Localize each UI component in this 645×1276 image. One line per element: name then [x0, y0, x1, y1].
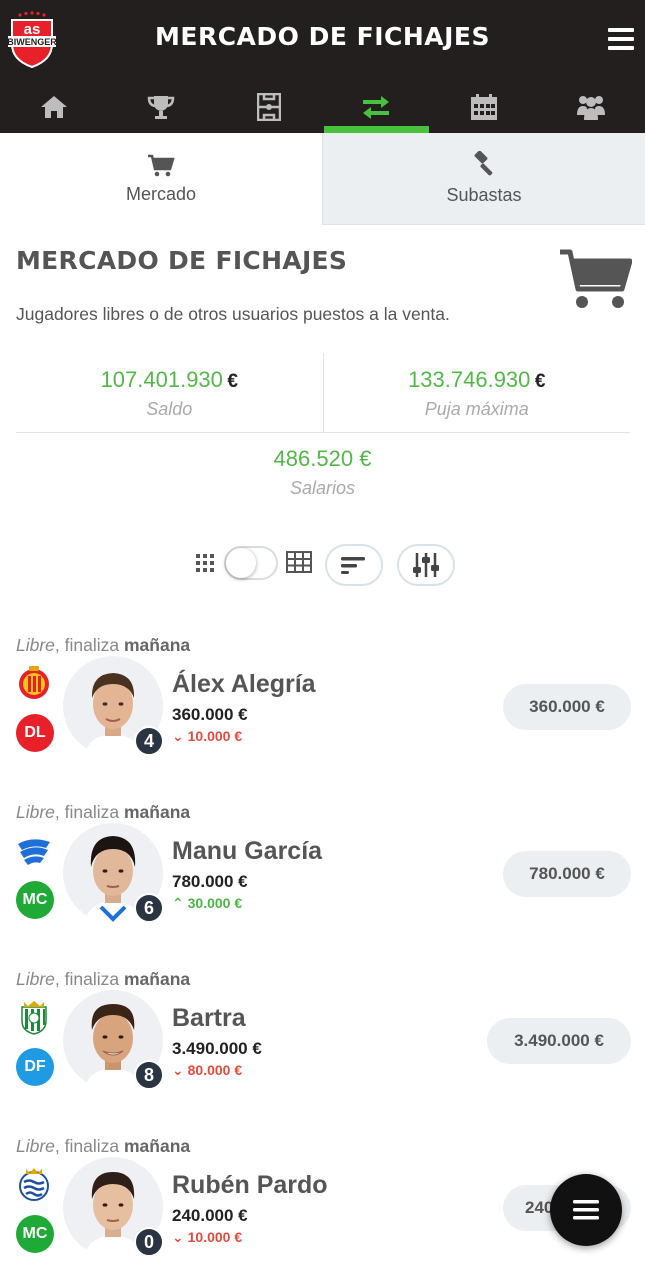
player-value: 240.000 € — [172, 1206, 248, 1225]
gavel-icon — [474, 151, 493, 176]
player-value: 780.000 € — [172, 872, 248, 891]
cart-icon — [148, 154, 175, 176]
real-sociedad-crest-icon — [19, 1168, 49, 1201]
hamburger-menu-icon[interactable] — [604, 24, 638, 54]
page-title: MERCADO DE FICHAJES — [154, 22, 491, 51]
trend-down-icon: ⌄ — [172, 728, 184, 744]
bid-button[interactable]: 3.490.000 € — [487, 1018, 631, 1064]
puja-label: Puja máxima — [424, 399, 529, 419]
nav-trophy[interactable] — [108, 80, 216, 133]
nav-lineup[interactable] — [215, 80, 323, 133]
card-status: Libre, finaliza mañana — [16, 635, 191, 655]
card-status: Libre, finaliza mañana — [16, 802, 191, 822]
sort-icon — [341, 557, 365, 574]
view-toggle[interactable] — [224, 546, 278, 580]
stat-saldo: 107.401.930 € Saldo — [16, 353, 323, 432]
shopping-cart-icon — [560, 249, 632, 308]
trend-up-icon: ⌃ — [172, 895, 184, 911]
top-bar: as BIWENGER MERCADO DE FICHAJES — [0, 0, 645, 133]
position-badge: MC — [16, 1215, 54, 1253]
bid-button[interactable]: 780.000 € — [503, 851, 631, 897]
tab-subastas[interactable]: Subastas — [322, 133, 645, 225]
value-change: ⌄ 80.000 € — [172, 1062, 243, 1078]
player-card: Libre, finaliza mañana DF 8 Bartra 3.490… — [0, 969, 645, 1129]
grid-view-icon[interactable] — [196, 554, 214, 572]
trend-down-icon: ⌄ — [172, 1062, 184, 1078]
player-name[interactable]: Bartra — [172, 1004, 246, 1033]
card-status: Libre, finaliza mañana — [16, 1136, 191, 1156]
player-card: Libre, finaliza mañana MC 6 Manu García … — [0, 802, 645, 962]
stat-salarios: 486.520 € Salarios — [0, 446, 645, 499]
points-badge: 8 — [134, 1060, 164, 1090]
market-tabs: Mercado Subastas — [0, 133, 645, 225]
toggle-knob — [226, 548, 256, 578]
position-badge: DF — [16, 1048, 54, 1086]
nav-transfers[interactable] — [323, 80, 431, 133]
position-badge: DL — [16, 714, 54, 752]
player-name[interactable]: Álex Alegría — [172, 670, 316, 699]
tab-mercado-label: Mercado — [125, 183, 197, 204]
betis-crest-icon — [21, 1001, 47, 1035]
puja-currency: € — [534, 371, 546, 392]
sort-button[interactable] — [325, 544, 383, 586]
points-badge: 6 — [134, 893, 164, 923]
position-badge: MC — [16, 881, 54, 919]
section-description: Jugadores libres o de otros usuarios pue… — [16, 304, 450, 324]
points-badge: 0 — [134, 1227, 164, 1257]
saldo-value: 107.401.930 — [100, 367, 223, 392]
nav-home[interactable] — [0, 80, 108, 133]
main-nav — [0, 80, 645, 133]
value-change: ⌄ 10.000 € — [172, 728, 243, 744]
player-value: 3.490.000 € — [172, 1039, 262, 1058]
floating-menu-button[interactable] — [550, 1174, 622, 1246]
saldo-label: Saldo — [146, 399, 193, 419]
trend-down-icon: ⌄ — [172, 1229, 184, 1245]
value-change: ⌄ 10.000 € — [172, 1229, 243, 1245]
nav-users[interactable] — [538, 80, 645, 133]
nav-calendar[interactable] — [430, 80, 538, 133]
bid-button[interactable]: 360.000 € — [503, 684, 631, 730]
transfer-icon — [363, 95, 390, 119]
tab-mercado[interactable]: Mercado — [0, 133, 322, 225]
player-name[interactable]: Rubén Pardo — [172, 1171, 328, 1200]
users-icon — [577, 95, 606, 120]
points-badge: 4 — [134, 726, 164, 756]
trophy-icon — [147, 95, 175, 119]
table-view-icon[interactable] — [286, 551, 312, 573]
player-value: 360.000 € — [172, 705, 248, 724]
player-card: Libre, finaliza mañana DL 4 Álex Alegría… — [0, 635, 645, 795]
puja-value: 133.746.930 — [408, 367, 531, 392]
section-title: MERCADO DE FICHAJES — [16, 246, 348, 275]
menu-icon — [573, 1200, 599, 1220]
player-card: Libre, finaliza mañana MC 0 Rubén Pardo … — [0, 1136, 645, 1276]
calendar-icon — [470, 93, 497, 120]
lineup-icon — [256, 92, 281, 121]
home-icon — [40, 95, 67, 118]
filter-button[interactable] — [397, 544, 455, 586]
balance-stats: 107.401.930 € Saldo 133.746.930 € Puja m… — [16, 353, 630, 433]
mallorca-crest-icon — [19, 666, 49, 699]
saldo-currency: € — [227, 371, 238, 392]
alaves-crest-icon — [18, 839, 50, 865]
value-change: ⌃ 30.000 € — [172, 895, 243, 911]
tab-subastas-label: Subastas — [446, 185, 522, 205]
salarios-value: 486.520 € — [273, 446, 372, 471]
sliders-icon — [413, 553, 439, 577]
card-status: Libre, finaliza mañana — [16, 969, 191, 989]
player-name[interactable]: Manu García — [172, 837, 322, 866]
stat-puja-maxima: 133.746.930 € Puja máxima — [322, 353, 631, 432]
salarios-label: Salarios — [289, 478, 356, 498]
